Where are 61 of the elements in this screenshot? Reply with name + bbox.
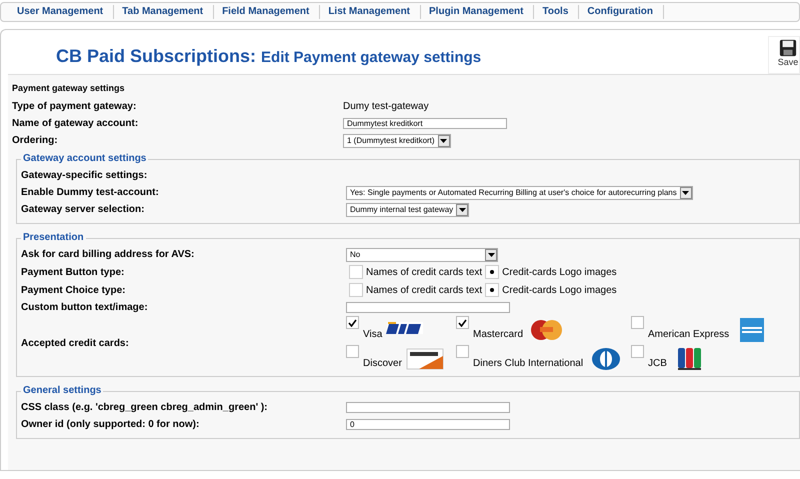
- fieldset-legend: General settings: [21, 385, 104, 396]
- radio-label: Names of credit cards text: [366, 266, 482, 278]
- checkbox[interactable]: [456, 316, 469, 329]
- caret-icon: [680, 186, 692, 198]
- field-label: CSS class (e.g. 'cbreg_green cbreg_admin_green' ):: [21, 402, 269, 413]
- field-label: Gateway-specific settings:: [21, 170, 148, 181]
- field-label: Enable Dummy test-account:: [21, 187, 160, 198]
- radio-button[interactable]: [485, 265, 500, 279]
- field-label: Ordering:: [12, 135, 59, 146]
- input-field[interactable]: 0: [346, 419, 510, 430]
- input-field[interactable]: Dummytest kreditkort: [343, 118, 507, 129]
- checkbox[interactable]: [346, 316, 359, 329]
- card-label: Diners Club International: [473, 358, 584, 369]
- checkbox[interactable]: [456, 345, 469, 358]
- fieldset-legend: Gateway account settings: [21, 153, 148, 164]
- save-button[interactable]: Save: [768, 36, 800, 74]
- dropdown[interactable]: Yes: Single payments or Automated Recurring Billing at user's choice for autorecurring plans: [346, 186, 693, 200]
- menu-item[interactable]: User Management: [9, 5, 114, 19]
- radio-button[interactable]: [349, 283, 363, 297]
- caret-icon: [438, 134, 450, 146]
- caret-icon: [485, 248, 497, 260]
- radio-label: Credit-cards Logo images: [502, 284, 617, 296]
- dropdown[interactable]: 1 (Dummytest kreditkort): [343, 134, 451, 148]
- card-label: Mastercard: [473, 329, 524, 340]
- radio-button[interactable]: [485, 283, 500, 297]
- field-label: Name of gateway account:: [12, 118, 140, 129]
- menu-item[interactable]: Tab Management: [114, 5, 214, 19]
- discover-logo-icon: [404, 347, 445, 371]
- fieldset-legend: Presentation: [21, 232, 86, 243]
- input-field[interactable]: [346, 302, 510, 313]
- dropdown[interactable]: Dummy internal test gateway: [346, 202, 470, 216]
- checkbox[interactable]: [346, 345, 359, 358]
- checkbox[interactable]: [631, 316, 644, 329]
- card-label: Discover: [363, 358, 402, 369]
- menu-item[interactable]: List Management: [320, 5, 422, 19]
- radio-button[interactable]: [349, 265, 363, 279]
- radio-label: Credit-cards Logo images: [502, 266, 617, 278]
- page-title: CB Paid Subscriptions:: [56, 46, 256, 66]
- field-value: Dumy test-gateway: [343, 101, 429, 112]
- radio-label: Names of credit cards text: [366, 284, 482, 296]
- section-title: Payment gateway settings: [12, 83, 126, 93]
- menu-item[interactable]: Tools: [534, 5, 580, 19]
- caret-icon: [456, 204, 468, 216]
- dropdown[interactable]: No: [346, 248, 498, 262]
- card-label: American Express: [648, 329, 730, 340]
- field-label: Ask for card billing address for AVS:: [21, 249, 196, 260]
- menu-item[interactable]: Field Management: [214, 5, 320, 19]
- field-label: Payment Button type:: [21, 266, 126, 278]
- page-subtitle: Edit Payment gateway settings: [261, 49, 482, 66]
- menu-item[interactable]: Configuration: [579, 5, 664, 19]
- card-label: Visa: [363, 329, 382, 340]
- checkbox[interactable]: [631, 345, 644, 358]
- field-label: Payment Choice type:: [21, 284, 126, 296]
- field-label: Custom button text/image:: [21, 302, 149, 313]
- field-label: Owner id (only supported: 0 for now):: [21, 419, 200, 430]
- input-field[interactable]: [346, 402, 510, 413]
- field-label: Gateway server selection:: [21, 204, 146, 215]
- field-label: Accepted credit cards:: [21, 338, 130, 349]
- card-label: JCB: [648, 358, 667, 369]
- field-label: Type of payment gateway:: [12, 101, 138, 112]
- menu-item[interactable]: Plugin Management: [421, 5, 534, 19]
